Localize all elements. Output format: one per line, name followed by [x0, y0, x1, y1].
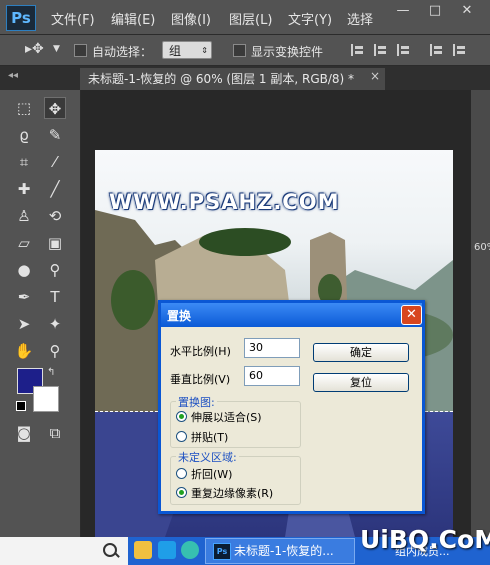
lasso-tool-icon[interactable]: ϱ [13, 124, 35, 146]
blur-tool-icon[interactable]: ● [13, 259, 35, 281]
brush-tool-icon[interactable]: ╱ [44, 178, 66, 200]
app-icon[interactable] [181, 541, 199, 559]
dialog-title: 置换 [167, 309, 192, 323]
hand-tool-icon[interactable]: ✋ [13, 340, 35, 362]
auto-select-dropdown[interactable]: 组 ⇕ [162, 41, 212, 59]
wrap-around-radio[interactable] [176, 468, 187, 479]
dialog-title-bar[interactable]: 置换 ✕ [161, 303, 422, 327]
quick-mask-icon[interactable]: ◙ [13, 422, 35, 444]
repeat-edge-pixels-radio[interactable] [176, 487, 187, 498]
tile-radio[interactable] [176, 431, 187, 442]
horizontal-scale-input[interactable]: 30 [244, 338, 300, 358]
gradient-tool-icon[interactable]: ▣ [44, 232, 66, 254]
menu-image[interactable]: 图像(I) [171, 9, 211, 28]
wrap-around-label: 折回(W) [191, 468, 233, 481]
show-transform-label: 显示变换控件 [251, 45, 324, 59]
vertical-scale-label: 垂直比例(V) [170, 373, 231, 386]
collapse-panels-icon[interactable]: ◂◂ [8, 70, 18, 81]
type-tool-icon[interactable]: T [44, 286, 66, 308]
align-vcenter-icon[interactable] [374, 44, 390, 56]
displacement-map-title: 置换图: [176, 394, 217, 410]
stretch-to-fit-radio[interactable] [176, 411, 187, 422]
menu-file[interactable]: 文件(F) [51, 9, 95, 28]
close-tab-icon[interactable]: × [370, 69, 380, 83]
right-panel [471, 90, 490, 537]
eyedropper-tool-icon[interactable]: ⁄ [44, 151, 66, 173]
show-transform-checkbox[interactable] [233, 44, 246, 57]
minimize-button[interactable]: — [392, 2, 414, 20]
shape-tool-icon[interactable]: ✦ [44, 313, 66, 335]
tile-label: 拼贴(T) [191, 431, 229, 444]
document-tab-title: 未标题-1-恢复的 @ 60% (图层 1 副本, RGB/8) * [88, 72, 355, 86]
default-colors-icon[interactable] [16, 401, 26, 411]
pen-tool-icon[interactable]: ✒ [13, 286, 35, 308]
healing-brush-tool-icon[interactable]: ✚ [13, 178, 35, 200]
cliff-trees [111, 270, 155, 330]
align-top-icon[interactable] [351, 44, 367, 56]
stretch-to-fit-label: 伸展以适合(S) [191, 411, 262, 424]
swap-colors-icon[interactable]: ↰ [47, 367, 55, 378]
watermark-text: WWW.PSAHZ.COM [109, 190, 340, 214]
clone-stamp-tool-icon[interactable]: ♙ [13, 205, 35, 227]
horizontal-scale-label: 水平比例(H) [170, 345, 231, 358]
site-logo: UiBQ.CoM [360, 525, 490, 554]
photoshop-taskbar-icon: Ps [213, 543, 231, 560]
close-window-button[interactable]: ✕ [456, 2, 478, 20]
background-color-swatch[interactable] [33, 386, 59, 412]
dodge-tool-icon[interactable]: ⚲ [44, 259, 66, 281]
updown-arrows-icon: ⇕ [201, 46, 208, 55]
file-explorer-icon[interactable] [134, 541, 152, 559]
pine-trees [199, 228, 291, 256]
menu-layer[interactable]: 图层(L) [229, 9, 272, 28]
align-hcenter-icon[interactable] [453, 44, 469, 56]
menu-type[interactable]: 文字(Y) [288, 9, 332, 28]
move-tool-icon[interactable]: ✥ [44, 97, 66, 119]
photoshop-taskbar-label: 未标题-1-恢复的... [234, 544, 334, 558]
auto-select-value: 组 [169, 44, 182, 58]
history-brush-tool-icon[interactable]: ⟲ [44, 205, 66, 227]
chevron-down-icon[interactable]: ▼ [53, 44, 60, 54]
align-bottom-icon[interactable] [397, 44, 413, 56]
undefined-areas-title: 未定义区域: [176, 449, 239, 465]
eraser-tool-icon[interactable]: ▱ [13, 232, 35, 254]
photoshop-logo: Ps [6, 5, 36, 31]
displace-dialog: 置换 ✕ 水平比例(H) 30 垂直比例(V) 60 确定 复位 置换图: 伸展… [158, 300, 425, 514]
marquee-tool-icon[interactable]: ⬚ [13, 97, 35, 119]
repeat-edge-pixels-label: 重复边缘像素(R) [191, 487, 274, 500]
screen-mode-icon[interactable]: ⧉ [44, 422, 66, 444]
reset-button[interactable]: 复位 [313, 373, 409, 392]
zoom-readout: 60% [474, 242, 490, 253]
menu-select[interactable]: 选择 [347, 9, 373, 28]
zoom-tool-icon[interactable]: ⚲ [44, 340, 66, 362]
search-icon[interactable] [103, 543, 117, 557]
menu-edit[interactable]: 编辑(E) [111, 9, 155, 28]
quick-selection-tool-icon[interactable]: ✎ [44, 124, 66, 146]
align-left-icon[interactable] [430, 44, 446, 56]
auto-select-label: 自动选择： [92, 45, 153, 59]
maximize-button[interactable]: □ [424, 2, 446, 20]
auto-select-checkbox[interactable] [74, 44, 87, 57]
move-tool-preset-icon[interactable]: ▸✥ [25, 41, 44, 57]
path-selection-tool-icon[interactable]: ➤ [13, 313, 35, 335]
document-tab[interactable]: 未标题-1-恢复的 @ 60% (图层 1 副本, RGB/8) * [80, 68, 385, 90]
ok-button[interactable]: 确定 [313, 343, 409, 362]
crop-tool-icon[interactable]: ⌗ [13, 151, 35, 173]
browser-icon[interactable] [158, 541, 176, 559]
vertical-scale-input[interactable]: 60 [244, 366, 300, 386]
dialog-close-button[interactable]: ✕ [401, 305, 422, 325]
